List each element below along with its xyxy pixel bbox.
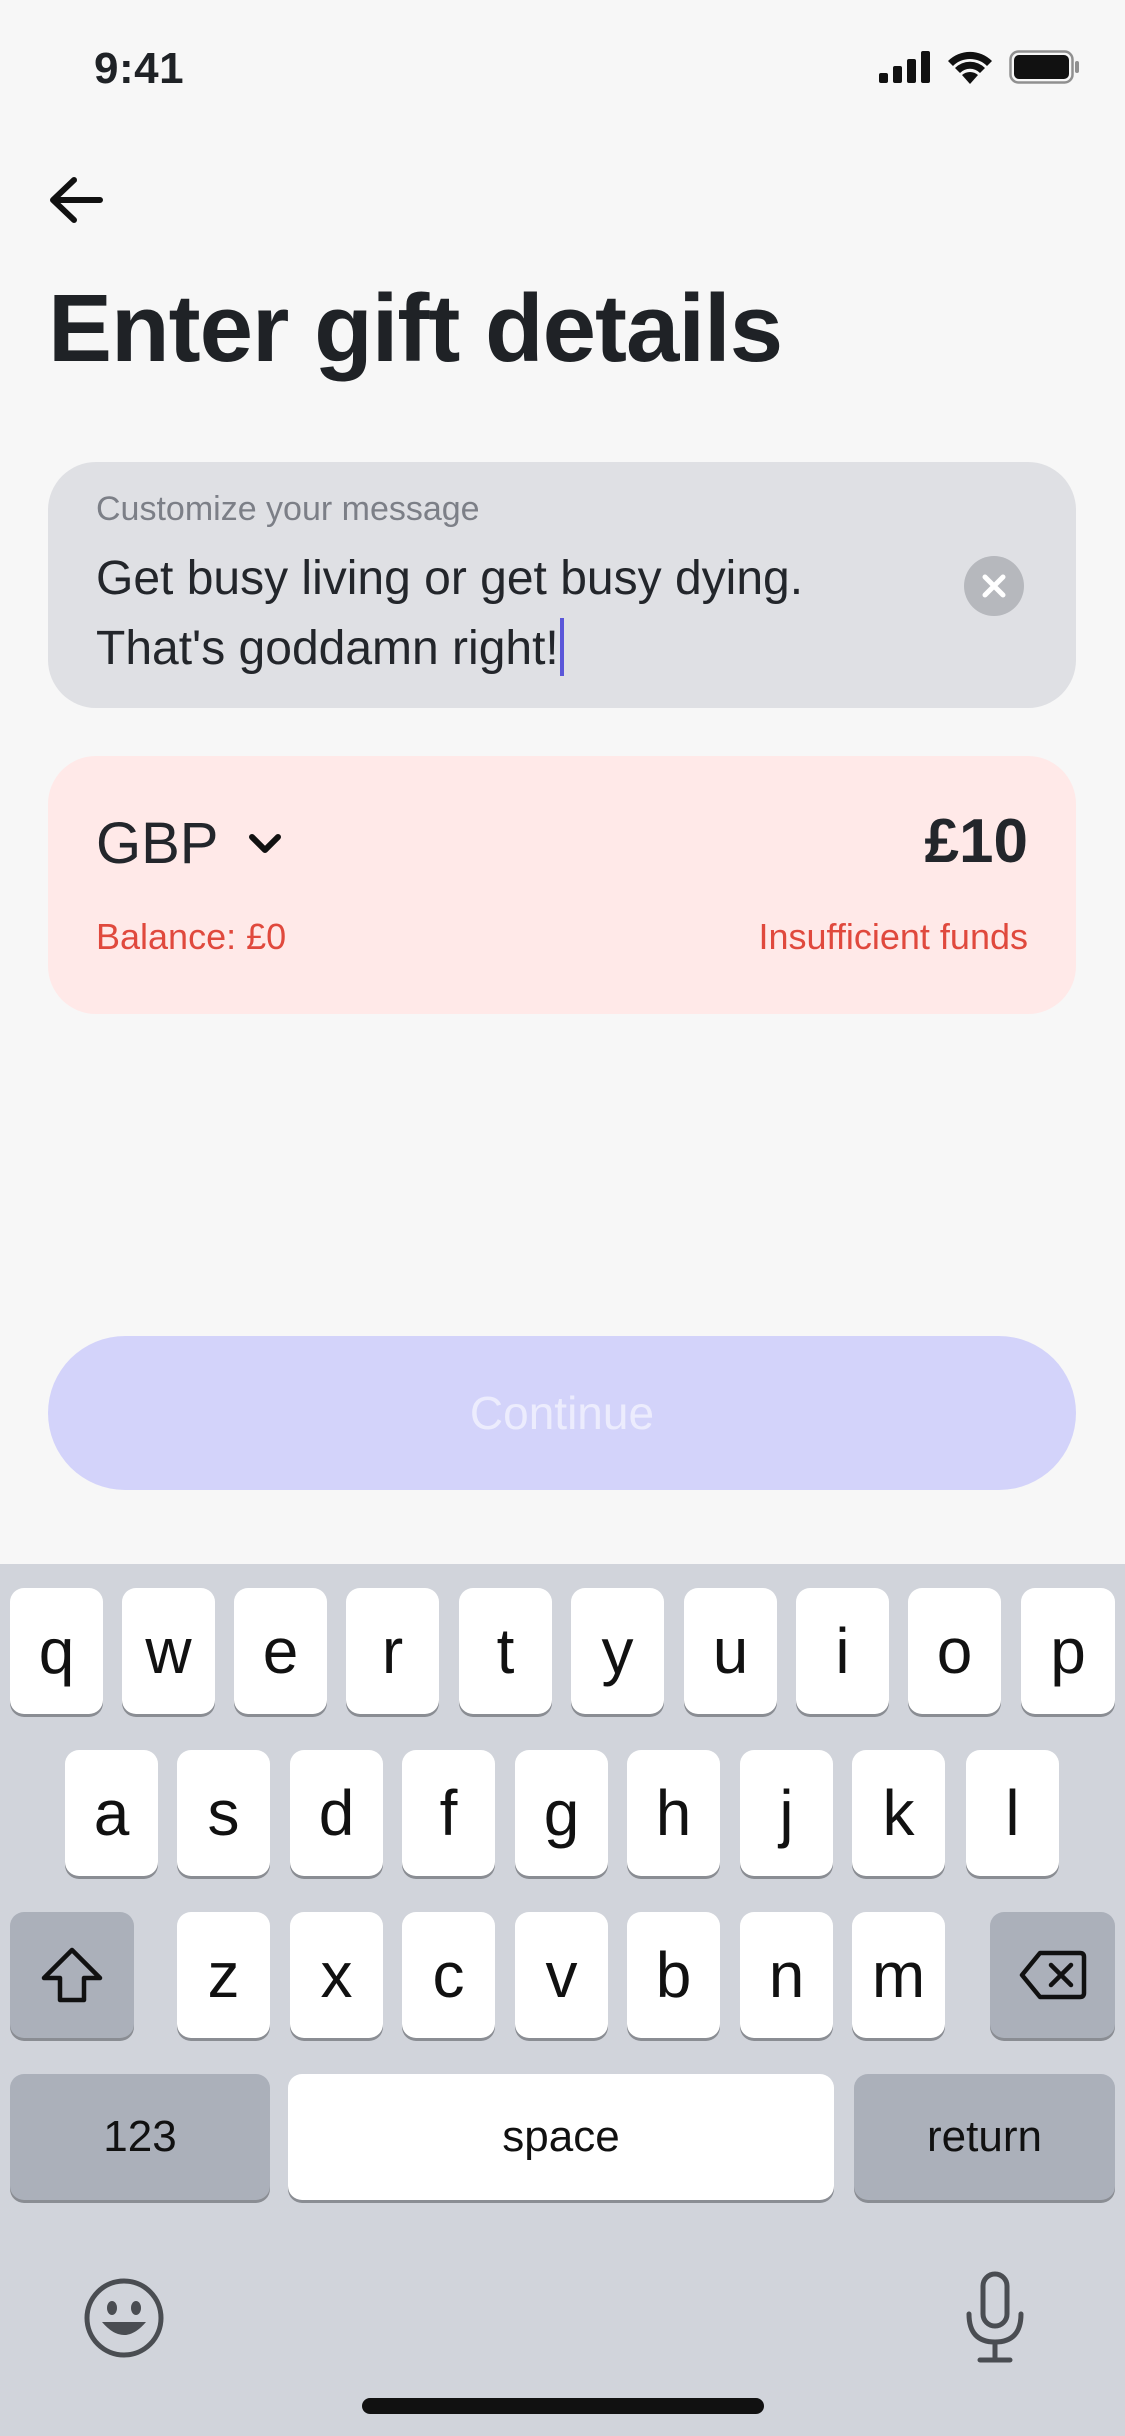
microphone-icon (966, 2271, 1024, 2363)
close-circle-icon (982, 574, 1006, 598)
clear-message-button[interactable] (964, 556, 1024, 616)
continue-button[interactable]: Continue (48, 1336, 1076, 1490)
amount-card: GBP £10 Balance: £0 Insufficient funds (48, 756, 1076, 1014)
key-o[interactable]: o (908, 1588, 1001, 1714)
dictation-button[interactable] (960, 2270, 1030, 2366)
key-f[interactable]: f (402, 1750, 495, 1876)
key-h[interactable]: h (627, 1750, 720, 1876)
insufficient-funds-message: Insufficient funds (758, 916, 1028, 957)
space-key[interactable]: space (288, 2074, 834, 2200)
numbers-key[interactable]: 123 (10, 2074, 270, 2200)
key-c[interactable]: c (402, 1912, 495, 2038)
wifi-icon (948, 51, 992, 84)
chevron-down-icon (248, 833, 281, 853)
emoji-icon (84, 2278, 164, 2358)
cellular-signal-icon (879, 51, 930, 83)
key-d[interactable]: d (290, 1750, 383, 1876)
key-t[interactable]: t (459, 1588, 552, 1714)
message-line-2-wrap: That's goddamn right! (96, 614, 956, 684)
balance-text: Balance: £0 (96, 916, 287, 957)
return-key[interactable]: return (854, 2074, 1115, 2200)
key-y[interactable]: y (571, 1588, 664, 1714)
arrow-left-icon (50, 177, 103, 223)
status-time: 9:41 (94, 44, 185, 93)
keyboard: q w e r t y u i o p a s d f g h j k l z … (0, 1564, 1125, 2436)
message-line-2: That's goddamn right! (96, 622, 559, 675)
delete-key[interactable] (990, 1912, 1115, 2038)
currency-code: GBP (96, 811, 219, 876)
key-m[interactable]: m (852, 1912, 945, 2038)
amount-value[interactable]: £10 (925, 806, 1028, 877)
key-e[interactable]: e (234, 1588, 327, 1714)
key-i[interactable]: i (796, 1588, 889, 1714)
key-n[interactable]: n (740, 1912, 833, 2038)
back-button[interactable] (44, 168, 108, 232)
key-k[interactable]: k (852, 1750, 945, 1876)
key-a[interactable]: a (65, 1750, 158, 1876)
key-j[interactable]: j (740, 1750, 833, 1876)
backspace-icon (1019, 1950, 1086, 2000)
key-z[interactable]: z (177, 1912, 270, 2038)
key-g[interactable]: g (515, 1750, 608, 1876)
battery-icon (1009, 50, 1079, 84)
key-p[interactable]: p (1021, 1588, 1115, 1714)
emoji-button[interactable] (82, 2276, 166, 2360)
key-q[interactable]: q (10, 1588, 103, 1714)
key-u[interactable]: u (684, 1588, 777, 1714)
shift-key[interactable] (10, 1912, 134, 2038)
currency-selector[interactable]: GBP (96, 810, 283, 877)
message-label: Customize your message (96, 490, 480, 528)
key-l[interactable]: l (966, 1750, 1059, 1876)
key-v[interactable]: v (515, 1912, 608, 2038)
home-indicator (362, 2398, 764, 2414)
message-line-1: Get busy living or get busy dying. (96, 552, 804, 605)
message-field[interactable]: Customize your message Get busy living o… (48, 462, 1076, 708)
message-input[interactable]: Get busy living or get busy dying. That'… (96, 544, 956, 684)
key-w[interactable]: w (122, 1588, 215, 1714)
key-b[interactable]: b (627, 1912, 720, 2038)
key-s[interactable]: s (177, 1750, 270, 1876)
key-r[interactable]: r (346, 1588, 439, 1714)
text-caret (559, 618, 564, 676)
status-bar: 9:41 (0, 0, 1125, 140)
status-icons (879, 50, 1081, 84)
shift-icon (41, 1947, 103, 2003)
key-x[interactable]: x (290, 1912, 383, 2038)
page-title: Enter gift details (48, 275, 783, 382)
